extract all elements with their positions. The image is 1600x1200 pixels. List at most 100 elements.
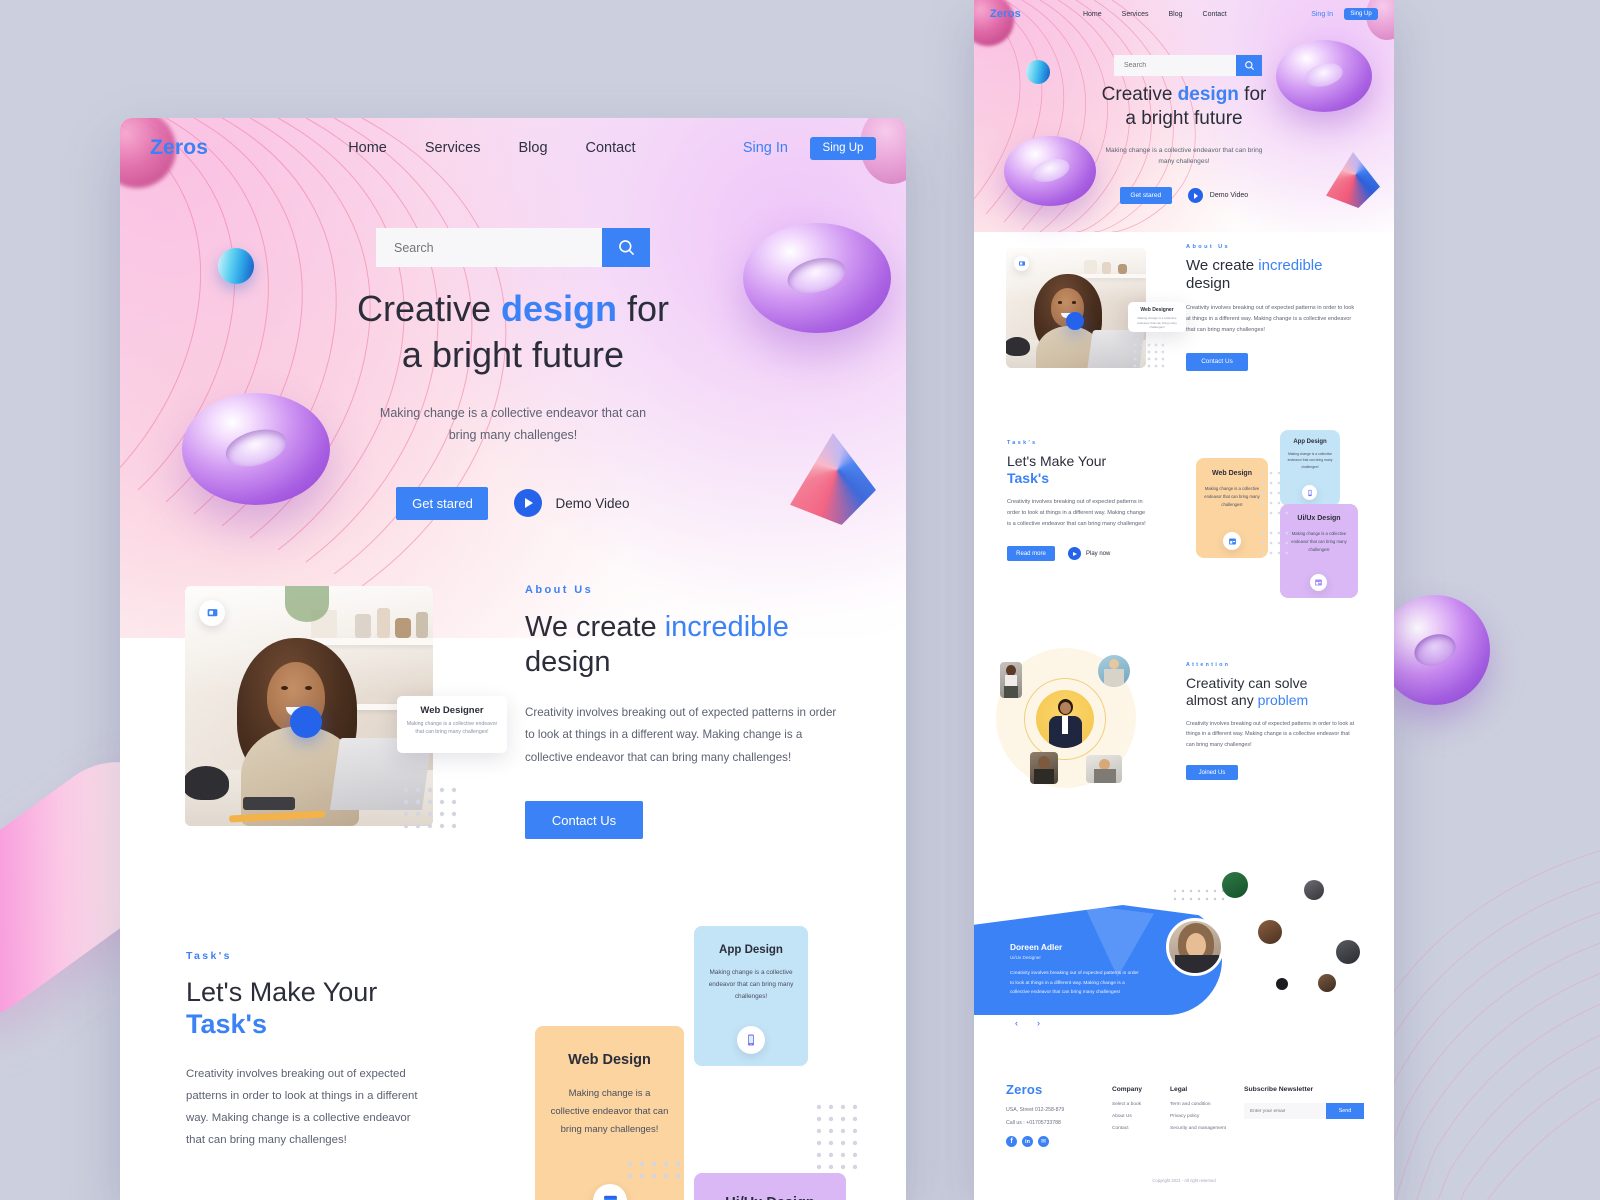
browser-window-icon (1223, 532, 1241, 550)
hero-title: Creative design for (120, 288, 906, 330)
sign-up-button[interactable]: Sing Up (810, 136, 876, 160)
tasks-title-accent: Task's (186, 1009, 267, 1040)
right-about-play-button[interactable] (1066, 312, 1084, 330)
demo-video-button[interactable]: Demo Video (514, 489, 630, 518)
newsletter-send-button[interactable]: Send (1326, 1103, 1364, 1119)
search-input[interactable] (376, 228, 602, 267)
footer-copyright: Copyright 2021 - All right reserved (1152, 1178, 1216, 1183)
right-about-section: About Us We create incredible design Cre… (1186, 244, 1366, 371)
right-search-button[interactable] (1236, 55, 1262, 76)
newsletter-form: Send (1244, 1103, 1369, 1119)
avatar-top-right[interactable] (1098, 655, 1130, 687)
right-nav-link-contact[interactable]: Contact (1203, 11, 1227, 18)
footer-logo[interactable]: Zeros (1006, 1082, 1101, 1097)
nav-link-services[interactable]: Services (425, 140, 481, 156)
testimonial-avatar-4[interactable] (1336, 940, 1360, 964)
avatar-bottom-left[interactable] (1030, 752, 1058, 784)
about-section: About Us We create incredible design Cre… (525, 584, 855, 840)
testimonial-avatar-6[interactable] (1276, 978, 1288, 990)
twitter-icon[interactable]: ✉ (1038, 1136, 1049, 1147)
right-hero-title: Creative design for (974, 84, 1394, 106)
right-task-card-uiux-design[interactable]: Ui/Ux Design Making change is a collecti… (1280, 504, 1358, 598)
right-hero-cta-row: Get stared Demo Video (974, 187, 1394, 205)
about-title: We create incredible (525, 610, 855, 645)
right-nav-link-home[interactable]: Home (1083, 11, 1102, 18)
right-get-started-button[interactable]: Get stared (1119, 187, 1172, 205)
facebook-icon[interactable]: f (1006, 1136, 1017, 1147)
sign-in-link[interactable]: Sing In (743, 140, 788, 156)
right-web-designer-tooltip: Web Designer Making change is a collecti… (1128, 302, 1186, 332)
attention-title-accent: problem (1257, 691, 1309, 708)
about-title-line2: design (525, 645, 611, 678)
right-nav-link-blog[interactable]: Blog (1169, 11, 1183, 18)
footer-link[interactable]: Contact (1112, 1126, 1172, 1131)
right-nav-links: Home Services Blog Contact (1083, 11, 1227, 18)
right-task-body: Making change is a collective endeavor t… (1204, 486, 1260, 507)
tasks-body: Creativity involves breaking out of expe… (186, 1067, 418, 1147)
hero-title-accent: design (501, 288, 618, 329)
right-task-card-app-design[interactable]: App Design Making change is a collective… (1280, 430, 1340, 506)
attention-title-line1: Creativity can solve (1186, 675, 1308, 691)
right-about-title: We create incredible (1186, 257, 1366, 275)
right-dot-grid-about (1133, 343, 1164, 368)
avatar-top-left[interactable] (1000, 662, 1022, 698)
about-photo-play-button[interactable] (290, 706, 322, 738)
right-contact-us-button[interactable]: Contact Us (1186, 352, 1248, 371)
play-now-button[interactable]: Play now (1068, 547, 1110, 561)
footer-address: USA, Street 012-258-879 (1006, 1107, 1065, 1113)
right-about-title-line2: design (1186, 275, 1231, 292)
decorative-blue-sphere (218, 248, 254, 284)
attention-title-line2-a: almost any (1186, 691, 1258, 708)
right-tooltip-body: Making change is a collective endeavor t… (1137, 316, 1177, 329)
task-card-title: Ui/Ux Design (708, 1195, 832, 1200)
about-body: Creativity involves breaking out of expe… (525, 705, 837, 764)
avatar-center[interactable] (1036, 690, 1094, 748)
right-search-input[interactable] (1114, 55, 1236, 76)
right-sign-up-button[interactable]: Sing Up (1344, 8, 1378, 20)
task-card-app-design[interactable]: App Design Making change is a collective… (694, 926, 808, 1066)
testimonial-prev-button[interactable]: ‹ (1010, 1016, 1023, 1029)
search-button[interactable] (602, 228, 650, 267)
right-hero-title-line2: a bright future (1125, 108, 1243, 130)
linkedin-icon[interactable]: in (1022, 1136, 1033, 1147)
footer-link[interactable]: Security and management (1170, 1126, 1260, 1131)
right-task-card-web-design[interactable]: Web Design Making change is a collective… (1196, 458, 1268, 558)
read-more-button[interactable]: Read more (1007, 546, 1055, 562)
testimonial-next-button[interactable]: › (1032, 1016, 1045, 1029)
logo[interactable]: Zeros (150, 136, 208, 160)
right-task-title: Web Design (1212, 470, 1252, 477)
right-tasks-title-accent: Task's (1007, 469, 1049, 486)
search-icon (618, 240, 634, 256)
footer-link[interactable]: Select a book (1112, 1102, 1172, 1107)
avatar-bottom-right[interactable] (1086, 755, 1122, 783)
right-hero-subtitle: Making change is a collective endeavor t… (1105, 146, 1263, 166)
right-about-title-a: We create (1186, 257, 1259, 274)
testimonial-body: Creativity involves breaking out of expe… (1010, 971, 1139, 996)
newsletter-email-input[interactable] (1244, 1103, 1326, 1119)
tooltip-body: Making change is a collective endeavor t… (406, 721, 498, 735)
search-icon (1244, 61, 1254, 71)
right-demo-video-button[interactable]: Demo Video (1187, 188, 1248, 204)
navbar: Zeros Home Services Blog Contact Sing In… (120, 118, 906, 178)
task-card-uiux-design[interactable]: Ui/Ux Design Making change is a collecti… (694, 1173, 846, 1200)
nav-link-contact[interactable]: Contact (586, 140, 636, 156)
right-logo[interactable]: Zeros (990, 8, 1021, 20)
joined-us-button[interactable]: Joined Us (1186, 765, 1238, 781)
right-nav-link-services[interactable]: Services (1122, 11, 1149, 18)
get-started-button[interactable]: Get stared (396, 486, 489, 520)
footer-link[interactable]: About Us (1112, 1114, 1172, 1119)
right-hero-title-accent: design (1177, 84, 1239, 105)
nav-link-blog[interactable]: Blog (518, 140, 547, 156)
testimonial-avatar-2[interactable] (1304, 880, 1324, 900)
dot-grid-about (403, 787, 456, 829)
nav-link-home[interactable]: Home (348, 140, 387, 156)
right-search-bar (1114, 55, 1262, 76)
testimonial-avatar-1[interactable] (1222, 872, 1248, 898)
right-sign-in-link[interactable]: Sing In (1311, 11, 1333, 18)
testimonial-avatar-5[interactable] (1318, 974, 1336, 992)
testimonial-avatar-main[interactable] (1166, 918, 1224, 976)
hero-title-part-b: for (617, 288, 670, 329)
testimonial-avatar-3[interactable] (1258, 920, 1282, 944)
contact-us-button[interactable]: Contact Us (525, 801, 643, 840)
footer-phone: Call us : +01705733788 (1006, 1120, 1061, 1126)
